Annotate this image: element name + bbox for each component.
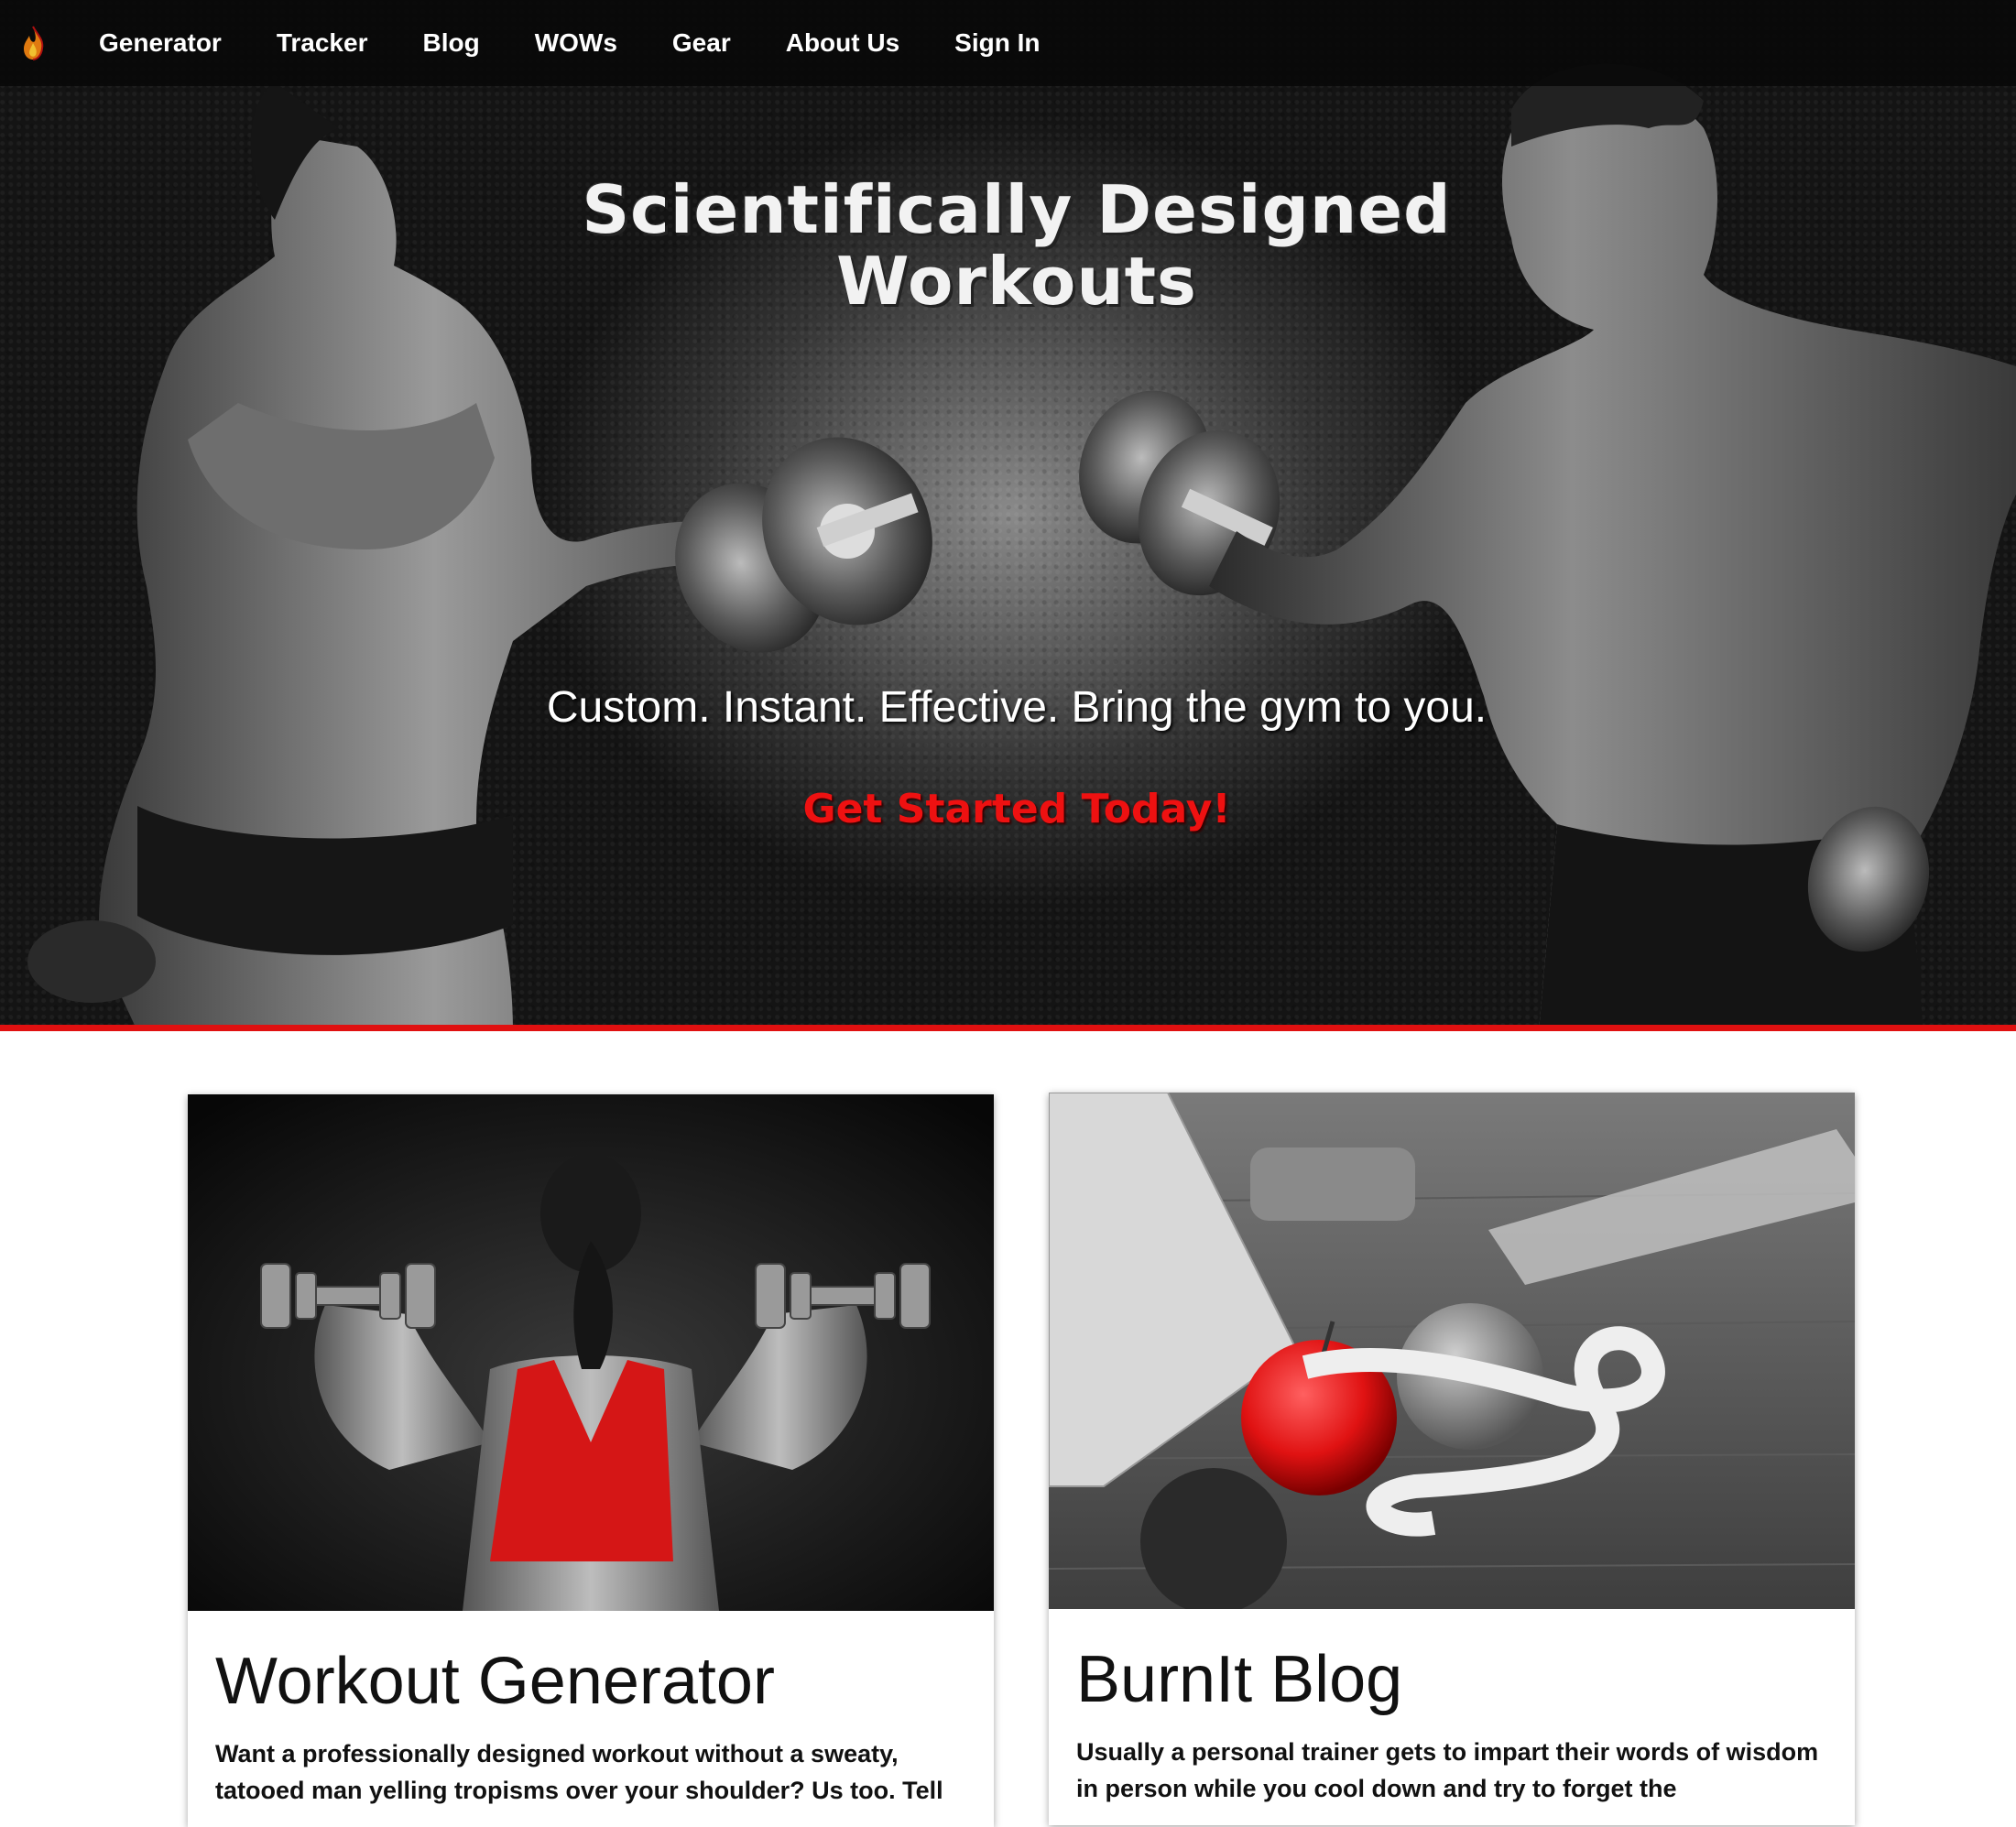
nav-item-blog[interactable]: Blog [422, 28, 479, 58]
card-title[interactable]: Workout Generator [215, 1644, 775, 1719]
hero-subtitle: Custom. Instant. Effective. Bring the gy… [546, 683, 1487, 732]
nav-item-sign-in[interactable]: Sign In [954, 28, 1040, 58]
nav-item-generator[interactable]: Generator [99, 28, 222, 58]
get-started-link[interactable]: Get Started Today! [733, 786, 1301, 832]
workout-generator-card[interactable]: Workout Generator Want a professionally … [188, 1094, 994, 1827]
hero-divider [0, 1025, 2016, 1031]
nav-item-about-us[interactable]: About Us [786, 28, 899, 58]
dumbbell-left [675, 437, 932, 653]
hero-title: Scientifically Designed Workouts [582, 171, 1452, 320]
card-description: Usually a personal trainer gets to impar… [1076, 1738, 1819, 1802]
nav-item-tracker[interactable]: Tracker [277, 28, 368, 58]
nav-item-gear[interactable]: Gear [672, 28, 731, 58]
hero-image [27, 63, 2016, 1031]
burnit-blog-card[interactable]: BurnIt Blog Usually a personal trainer g… [1049, 1093, 1855, 1825]
card-description: Want a professionally designed workout w… [215, 1740, 943, 1804]
flame-icon[interactable] [20, 25, 46, 61]
nav-menu: Generator Tracker Blog WOWs Gear About U… [99, 0, 1095, 86]
workout-generator-image [188, 1094, 994, 1611]
hero-banner: Scientifically Designed Workouts Custom.… [0, 0, 2016, 1031]
card-title[interactable]: BurnIt Blog [1076, 1642, 1402, 1717]
nav-item-wows[interactable]: WOWs [535, 28, 617, 58]
burnit-blog-image [1049, 1093, 1855, 1609]
top-nav: Generator Tracker Blog WOWs Gear About U… [0, 0, 2016, 86]
